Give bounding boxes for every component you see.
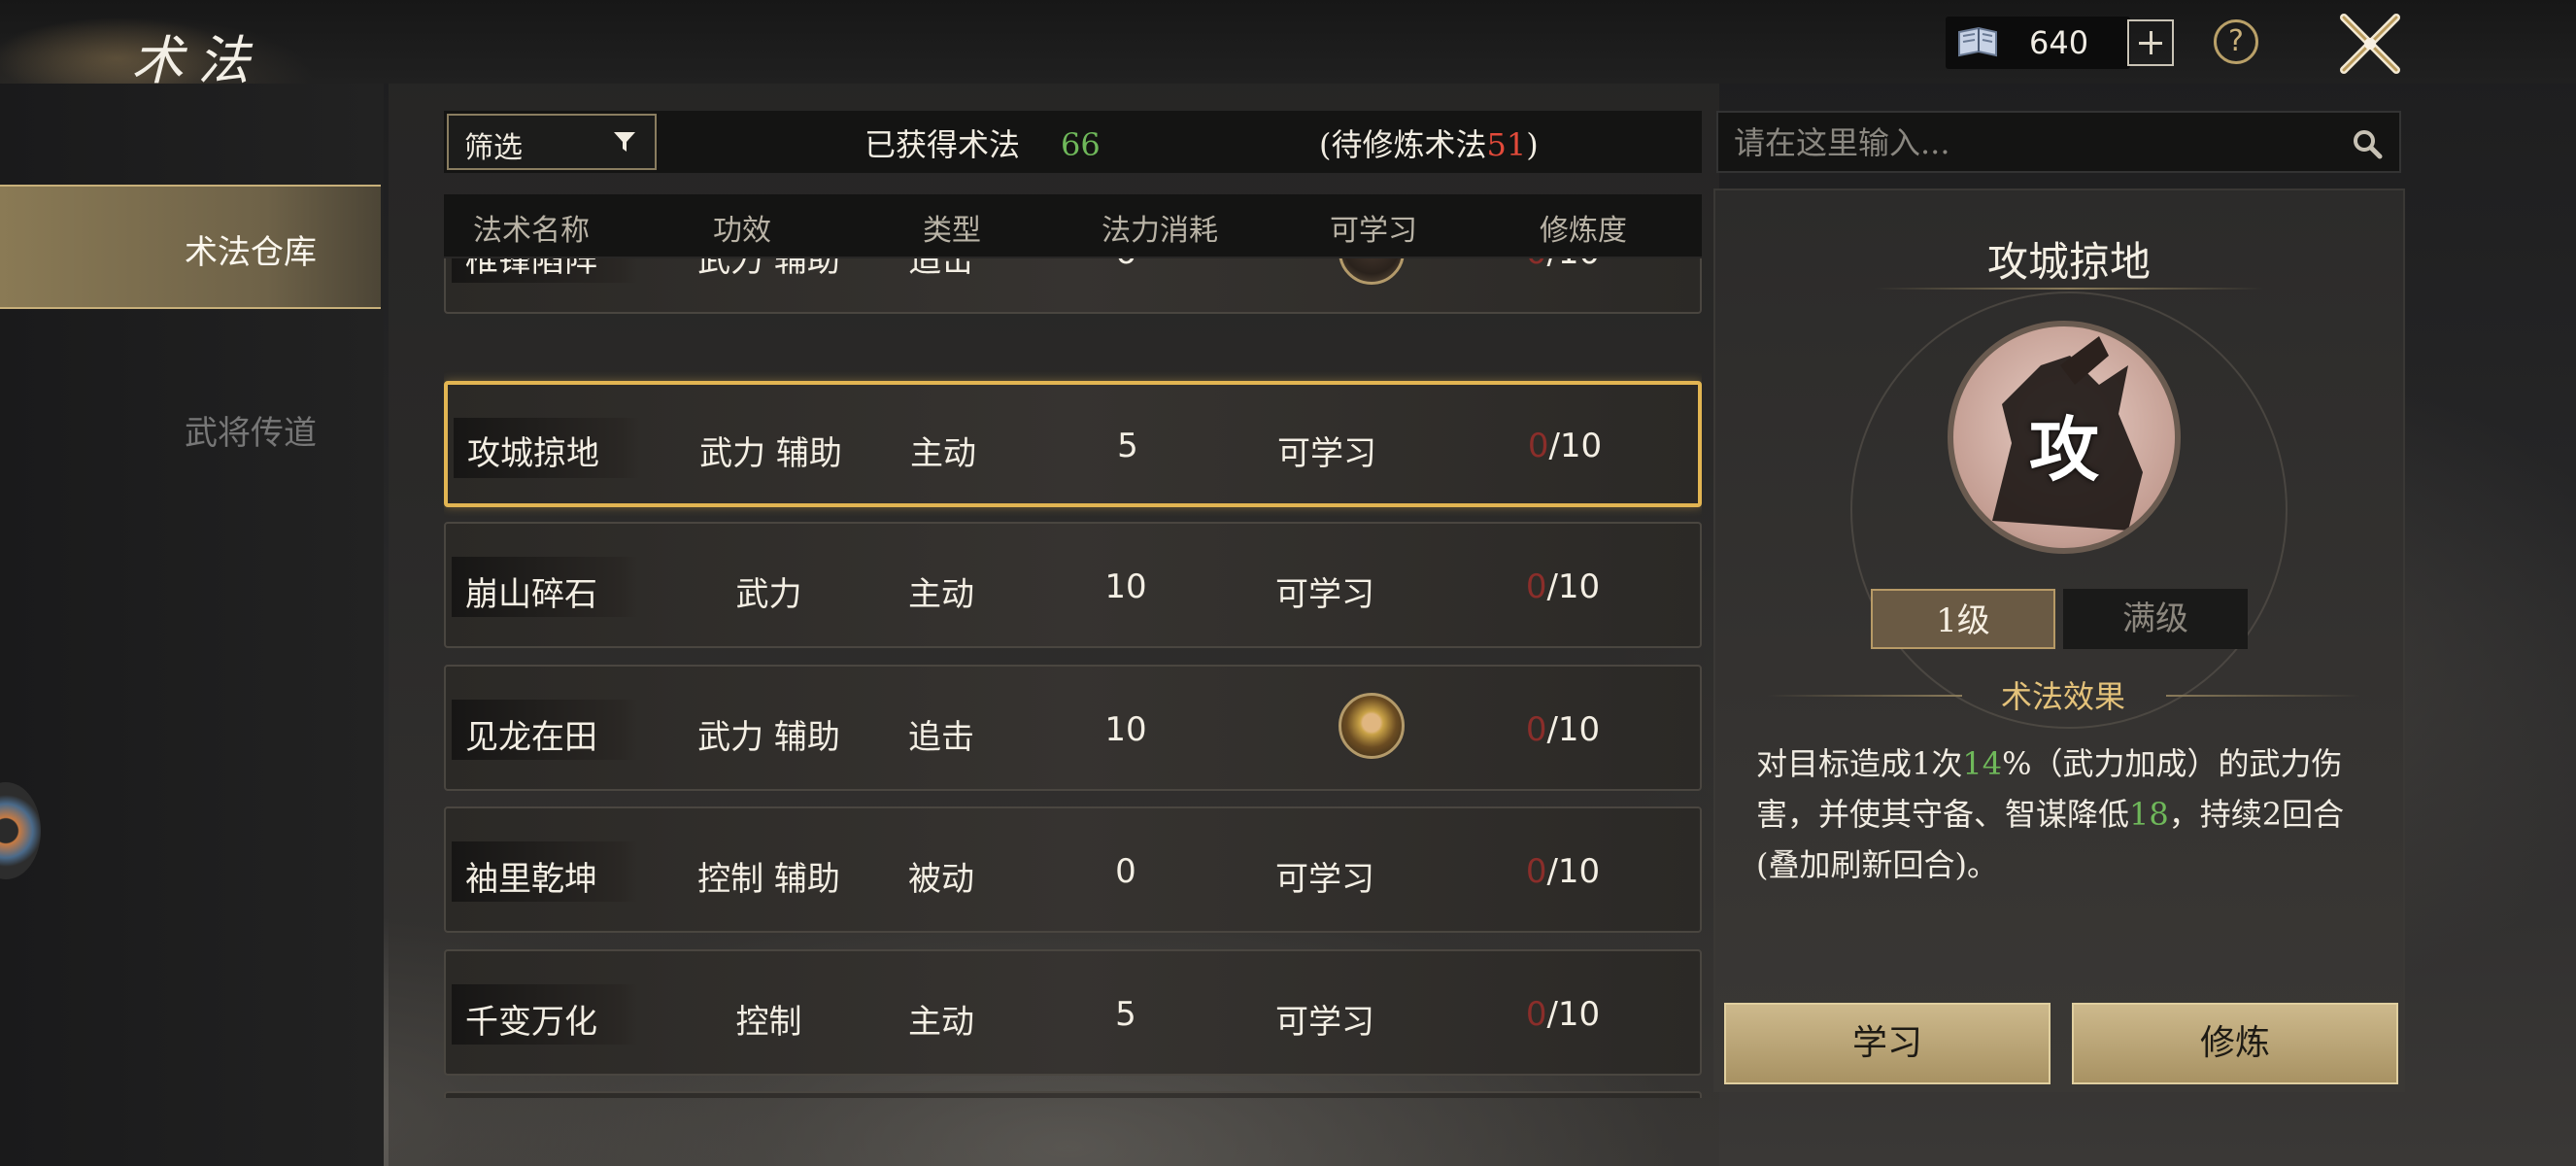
spell-progress: 0/10 — [1495, 258, 1631, 272]
book-icon — [1958, 26, 1997, 57]
pending-count-label: (待修炼术法51) — [1319, 120, 1539, 165]
spell-mana: 10 — [1104, 567, 1147, 606]
spell-effect: 武力 辅助 — [699, 434, 842, 473]
table-row[interactable]: 崩山碎石 武力 主动 10 可学习 0/10 — [444, 522, 1702, 648]
spell-type: 主动 — [910, 434, 976, 473]
column-header-type[interactable]: 类型 — [923, 206, 981, 249]
column-header-mana[interactable]: 法力消耗 — [1102, 206, 1218, 249]
spell-mana: 5 — [1117, 427, 1138, 465]
spell-mana: 6 — [1048, 258, 1203, 272]
spell-name: 攻城掠地 — [467, 434, 599, 473]
sidebar-item-label: 术法仓库 — [185, 233, 317, 272]
search-input[interactable] — [1732, 120, 2319, 165]
spell-progress: 0/10 — [1525, 710, 1601, 749]
currency-value: 640 — [2029, 24, 2089, 61]
spell-effect: 武力 辅助 — [697, 258, 840, 280]
table-header: 法术名称 功效 类型 法力消耗 可学习 修炼度 — [444, 194, 1702, 257]
spell-learnable: 可学习 — [1275, 575, 1374, 614]
obtained-count-label: 已获得术法 66 — [864, 120, 1101, 165]
spell-name: 椎锋陷阵 — [465, 258, 597, 280]
funnel-icon — [614, 132, 635, 152]
spell-effect: 武力 — [735, 575, 802, 614]
spell-type: 主动 — [908, 575, 974, 614]
spell-type: 追击 — [908, 258, 974, 280]
spell-effect: 武力 辅助 — [697, 718, 840, 757]
spell-mana: 5 — [1115, 995, 1136, 1034]
table-row[interactable]: 袖里乾坤 控制 辅助 被动 0 可学习 0/10 — [444, 806, 1702, 933]
table-row[interactable]: 见龙在田 武力 辅助 追击 10 0/10 — [444, 665, 1702, 791]
obtained-count: 66 — [1061, 126, 1101, 163]
level-tab-max[interactable]: 满级 — [2063, 589, 2248, 649]
pending-suffix: ) — [1526, 126, 1539, 163]
filter-label: 筛选 — [464, 131, 523, 165]
table-row[interactable]: 椎锋陷阵 武力 辅助 追击 6 0/10 — [444, 258, 1702, 314]
obtained-label: 已获得术法 — [864, 126, 1021, 163]
general-avatar[interactable] — [1339, 258, 1405, 285]
divider — [2166, 695, 2360, 697]
spell-type: 被动 — [908, 860, 974, 899]
divider — [1875, 288, 2263, 290]
spell-effect: 控制 — [735, 1003, 802, 1042]
sidebar-item-spell-warehouse[interactable]: 术法仓库 — [0, 185, 381, 309]
effect-description: 对目标造成1次14%（武力加成）的武力伤害，并使其守备、智谋降低18，持续2回合… — [1756, 745, 2345, 883]
search-box — [1716, 111, 2401, 173]
add-currency-button[interactable] — [2127, 19, 2174, 66]
detail-title: 攻城掠地 — [1986, 238, 2151, 286]
spell-progress: 0/10 — [1525, 852, 1601, 891]
learn-button[interactable]: 学习 — [1724, 1003, 2051, 1084]
spell-mana: 10 — [1104, 710, 1147, 749]
spell-effect: 控制 辅助 — [697, 860, 840, 899]
skill-char: 攻 — [2028, 408, 2099, 491]
spell-type: 追击 — [908, 718, 974, 757]
spell-name: 见龙在田 — [465, 718, 597, 757]
spell-learnable: 可学习 — [1277, 434, 1376, 473]
pending-prefix: (待修炼术法 — [1319, 126, 1487, 163]
spell-learnable: 可学习 — [1275, 860, 1374, 899]
spell-list[interactable]: 椎锋陷阵 武力 辅助 追击 6 0/10 攻城掠地 武力 辅助 主动 5 可学习… — [444, 258, 1702, 1098]
filter-button[interactable]: 筛选 — [447, 114, 657, 170]
help-button[interactable]: ? — [2214, 19, 2258, 64]
spell-progress: 0/10 — [1525, 567, 1601, 606]
column-header-effect[interactable]: 功效 — [713, 206, 771, 249]
level-tab-1[interactable]: 1级 — [1871, 589, 2055, 649]
column-header-name[interactable]: 法术名称 — [473, 206, 590, 249]
spell-name: 袖里乾坤 — [465, 860, 597, 899]
search-icon[interactable] — [2350, 126, 2385, 161]
close-icon[interactable] — [2336, 10, 2404, 78]
spell-name: 千变万化 — [465, 1003, 597, 1042]
skill-icon: 攻 — [1948, 321, 2181, 554]
column-header-progress[interactable]: 修炼度 — [1540, 206, 1627, 249]
general-avatar[interactable] — [1339, 693, 1405, 759]
column-header-learnable[interactable]: 可学习 — [1330, 206, 1417, 249]
spell-progress: 0/10 — [1527, 427, 1603, 465]
currency-display: 640 — [1946, 17, 2130, 69]
spell-learnable: 可学习 — [1275, 1003, 1374, 1042]
spell-type: 主动 — [908, 1003, 974, 1042]
train-button[interactable]: 修炼 — [2072, 1003, 2398, 1084]
sidebar-item-general-transmit[interactable]: 武将传道 — [185, 406, 317, 454]
pending-count: 51 — [1486, 126, 1527, 163]
spell-name: 崩山碎石 — [465, 575, 597, 614]
spell-progress: 0/10 — [1525, 995, 1601, 1034]
table-row[interactable]: 千变万化 控制 主动 5 可学习 0/10 — [444, 949, 1702, 1076]
table-row[interactable]: 攻城掠地 武力 辅助 主动 5 可学习 0/10 — [444, 381, 1702, 507]
table-row[interactable] — [444, 1091, 1702, 1098]
spell-mana: 0 — [1115, 852, 1136, 891]
